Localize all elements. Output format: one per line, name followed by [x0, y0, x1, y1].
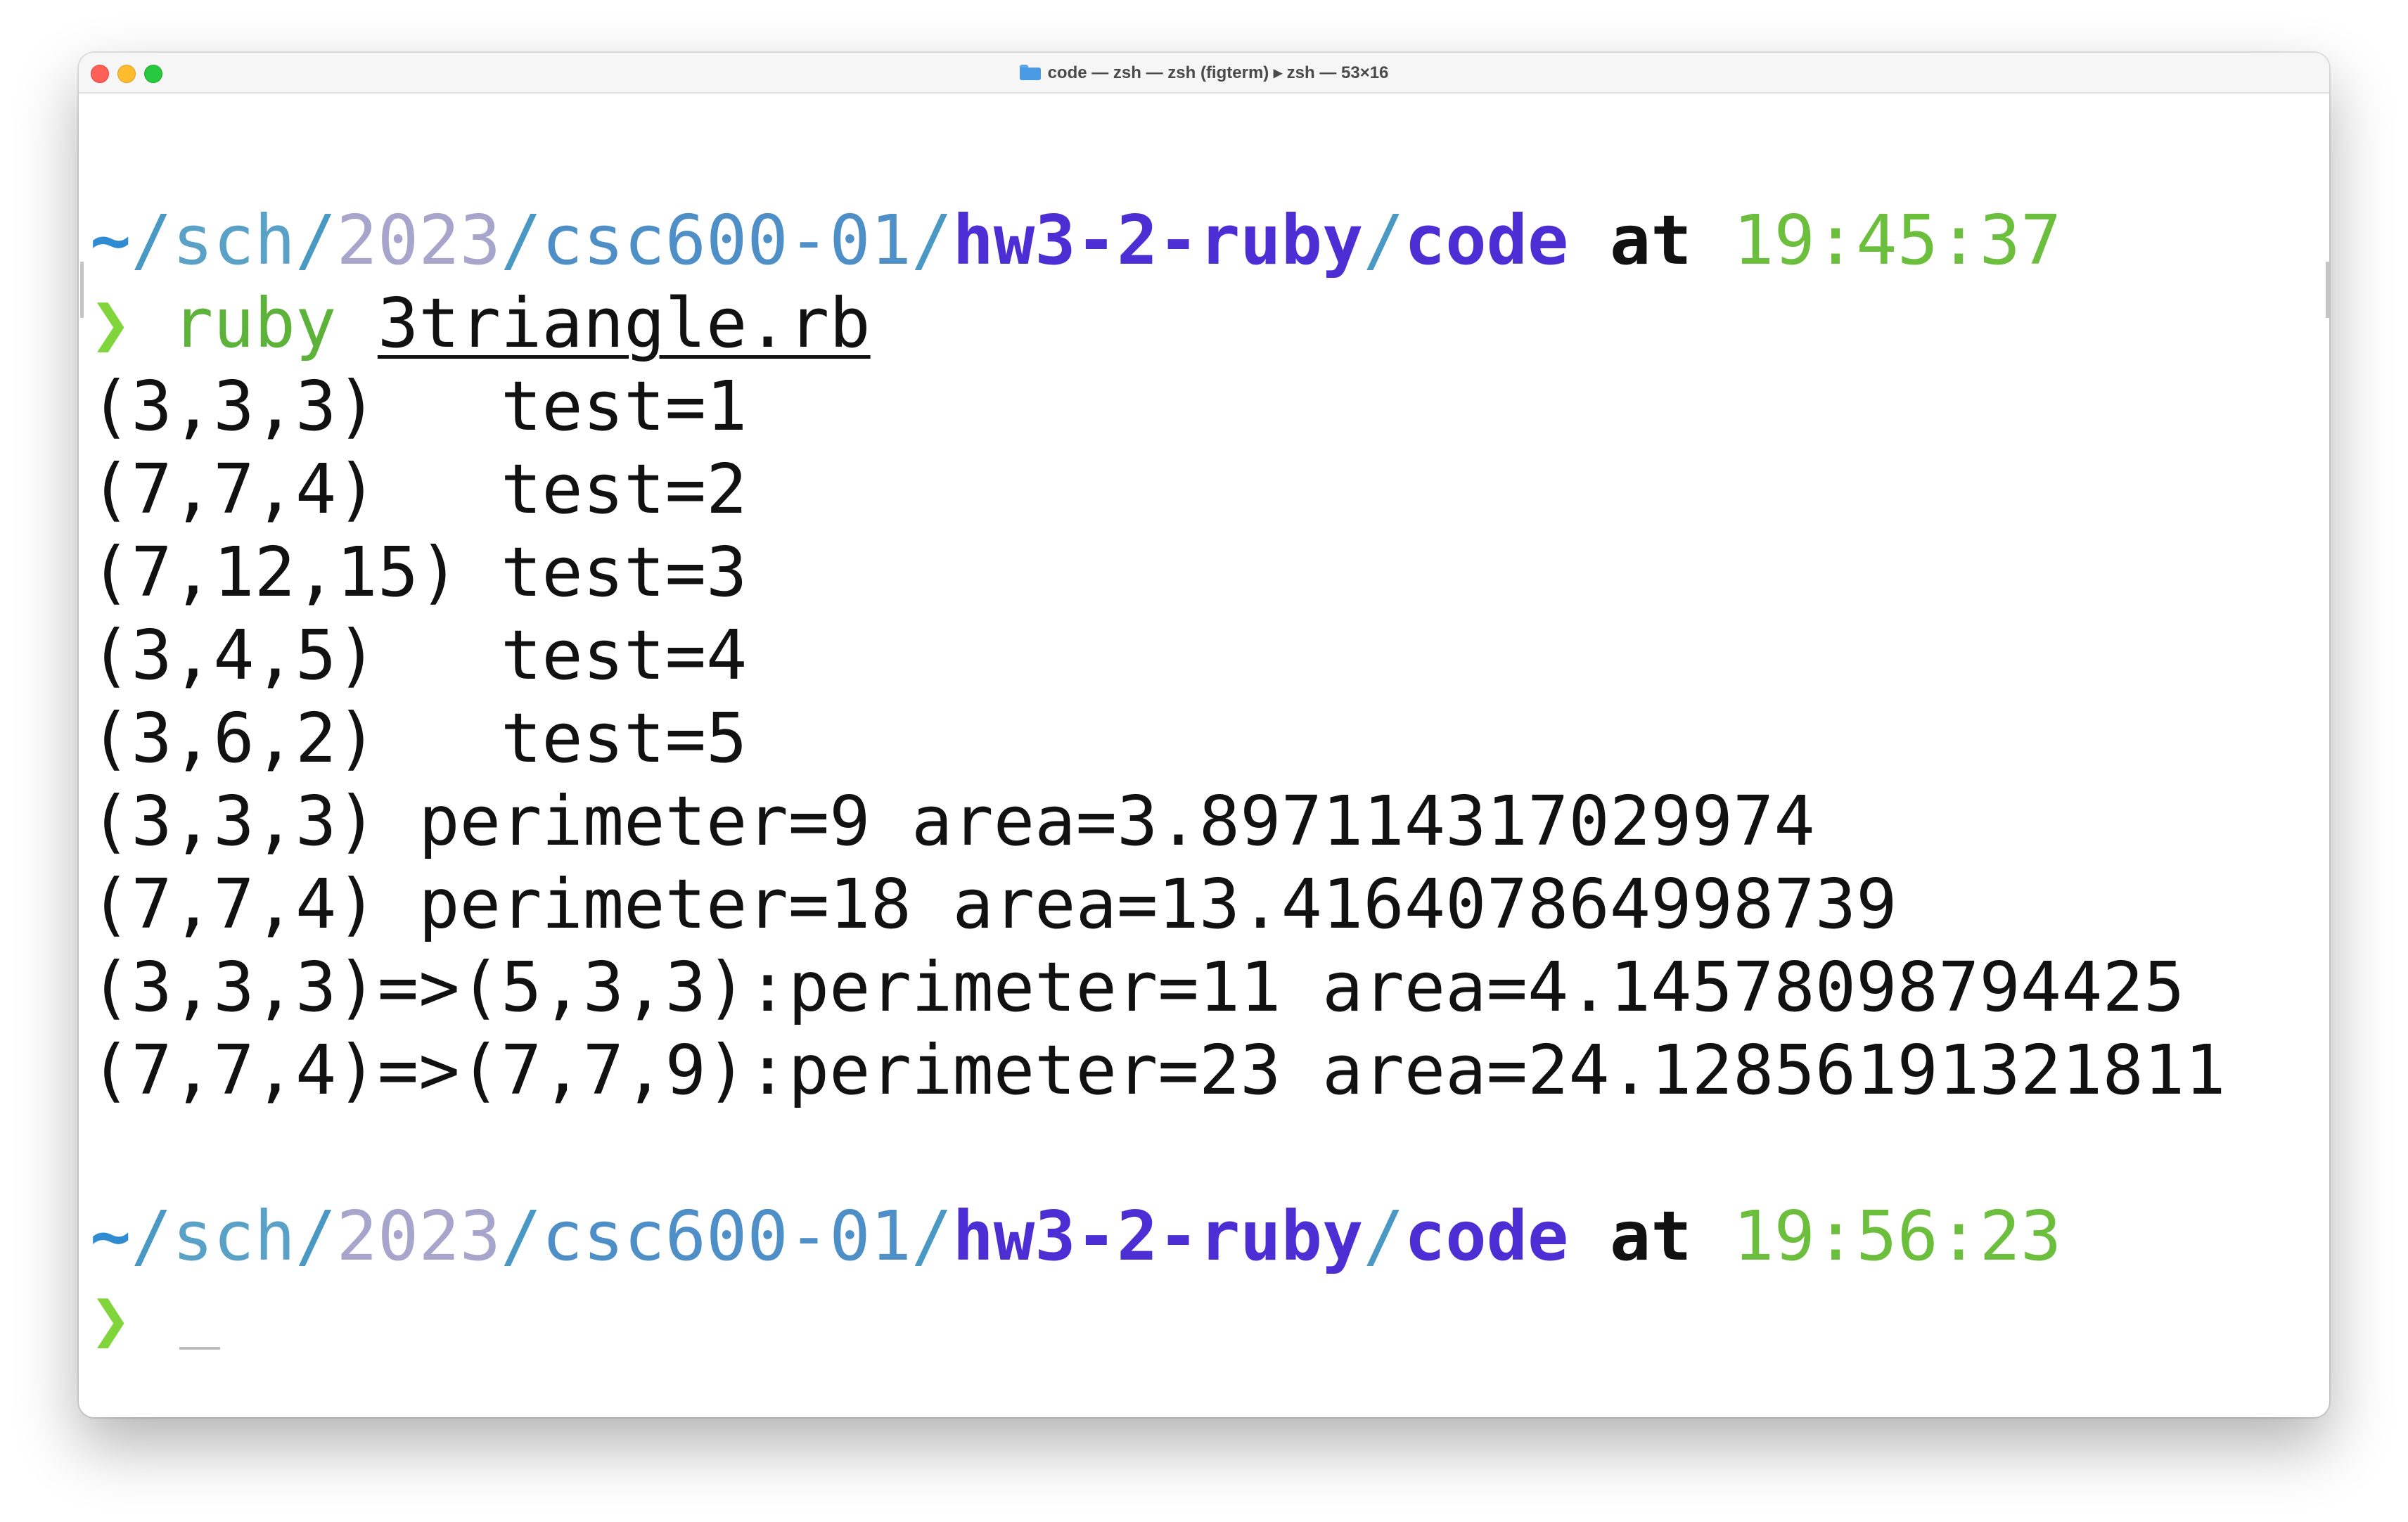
path-sep: / [501, 200, 542, 280]
path-sep: / [1363, 200, 1404, 280]
prompt-line-2: ~/sch/2023/csc600-01/hw3-2-ruby/code at … [90, 1195, 2318, 1278]
prompt-time: 19:45:37 [1733, 200, 2062, 280]
terminal-window: code — zsh — zsh (figterm) ▸ zsh — 53×16… [79, 53, 2329, 1417]
terminal-content[interactable]: ~/sch/2023/csc600-01/hw3-2-ruby/code at … [90, 116, 2318, 1417]
path-year: 2023 [336, 1196, 501, 1276]
prompt-line-1: ~/sch/2023/csc600-01/hw3-2-ruby/code at … [90, 199, 2318, 282]
output-line: (3,3,3) test=1 [90, 366, 748, 446]
output-line: (3,6,2) test=5 [90, 698, 748, 778]
prompt-time: 19:56:23 [1733, 1196, 2062, 1276]
path-sep: / [131, 200, 172, 280]
path-dir: code [1404, 200, 1569, 280]
command-name: ruby [172, 283, 337, 363]
prompt-chevron-icon: ❯ [90, 1279, 132, 1359]
title-bar[interactable]: code — zsh — zsh (figterm) ▸ zsh — 53×16 [79, 53, 2329, 94]
scroll-indicator[interactable] [2326, 262, 2329, 318]
path-course: csc600-01 [542, 200, 912, 280]
output-line: (7,7,4) test=2 [90, 449, 748, 529]
command-line: ❯ ruby 3triangle.rb [90, 282, 2318, 365]
path-sep: / [911, 200, 953, 280]
path-hw: hw3-2-ruby [952, 200, 1364, 280]
output-line: (7,12,15) test=3 [90, 532, 748, 612]
window-title-container: code — zsh — zsh (figterm) ▸ zsh — 53×16 [79, 53, 2329, 92]
output-line: (3,4,5) test=4 [90, 615, 748, 695]
path-dir: code [1404, 1196, 1569, 1276]
window-title: code — zsh — zsh (figterm) ▸ zsh — 53×16 [1047, 63, 1389, 82]
output-line: (3,3,3) perimeter=9 area=3.8971143170299… [90, 781, 1815, 861]
at-label: at [1609, 1196, 1692, 1276]
path-sep: / [131, 1196, 172, 1276]
text-cursor [179, 1347, 220, 1350]
path-course: csc600-01 [542, 1196, 912, 1276]
path-home: ~ [90, 200, 132, 280]
command-argument[interactable]: 3triangle.rb [378, 283, 871, 363]
path-sep: / [295, 200, 337, 280]
prompt-chevron-icon: ❯ [90, 283, 132, 363]
path-year: 2023 [336, 200, 501, 280]
folder-icon [1019, 65, 1041, 80]
output-line: (3,3,3)=>(5,3,3):perimeter=11 area=4.145… [90, 947, 2185, 1027]
mark-indicator-left [80, 262, 84, 318]
path-sch: sch [172, 200, 296, 280]
path-home: ~ [90, 1196, 132, 1276]
output-line: (7,7,4)=>(7,7,9):perimeter=23 area=24.12… [90, 1030, 2226, 1110]
path-sch: sch [172, 1196, 296, 1276]
path-sep: / [911, 1196, 953, 1276]
output-line: (7,7,4) perimeter=18 area=13.41640786499… [90, 864, 1897, 944]
path-sep: / [1363, 1196, 1404, 1276]
input-line[interactable]: ❯ [90, 1278, 2318, 1361]
path-sep: / [295, 1196, 337, 1276]
path-hw: hw3-2-ruby [952, 1196, 1364, 1276]
at-label: at [1609, 200, 1692, 280]
path-sep: / [501, 1196, 542, 1276]
